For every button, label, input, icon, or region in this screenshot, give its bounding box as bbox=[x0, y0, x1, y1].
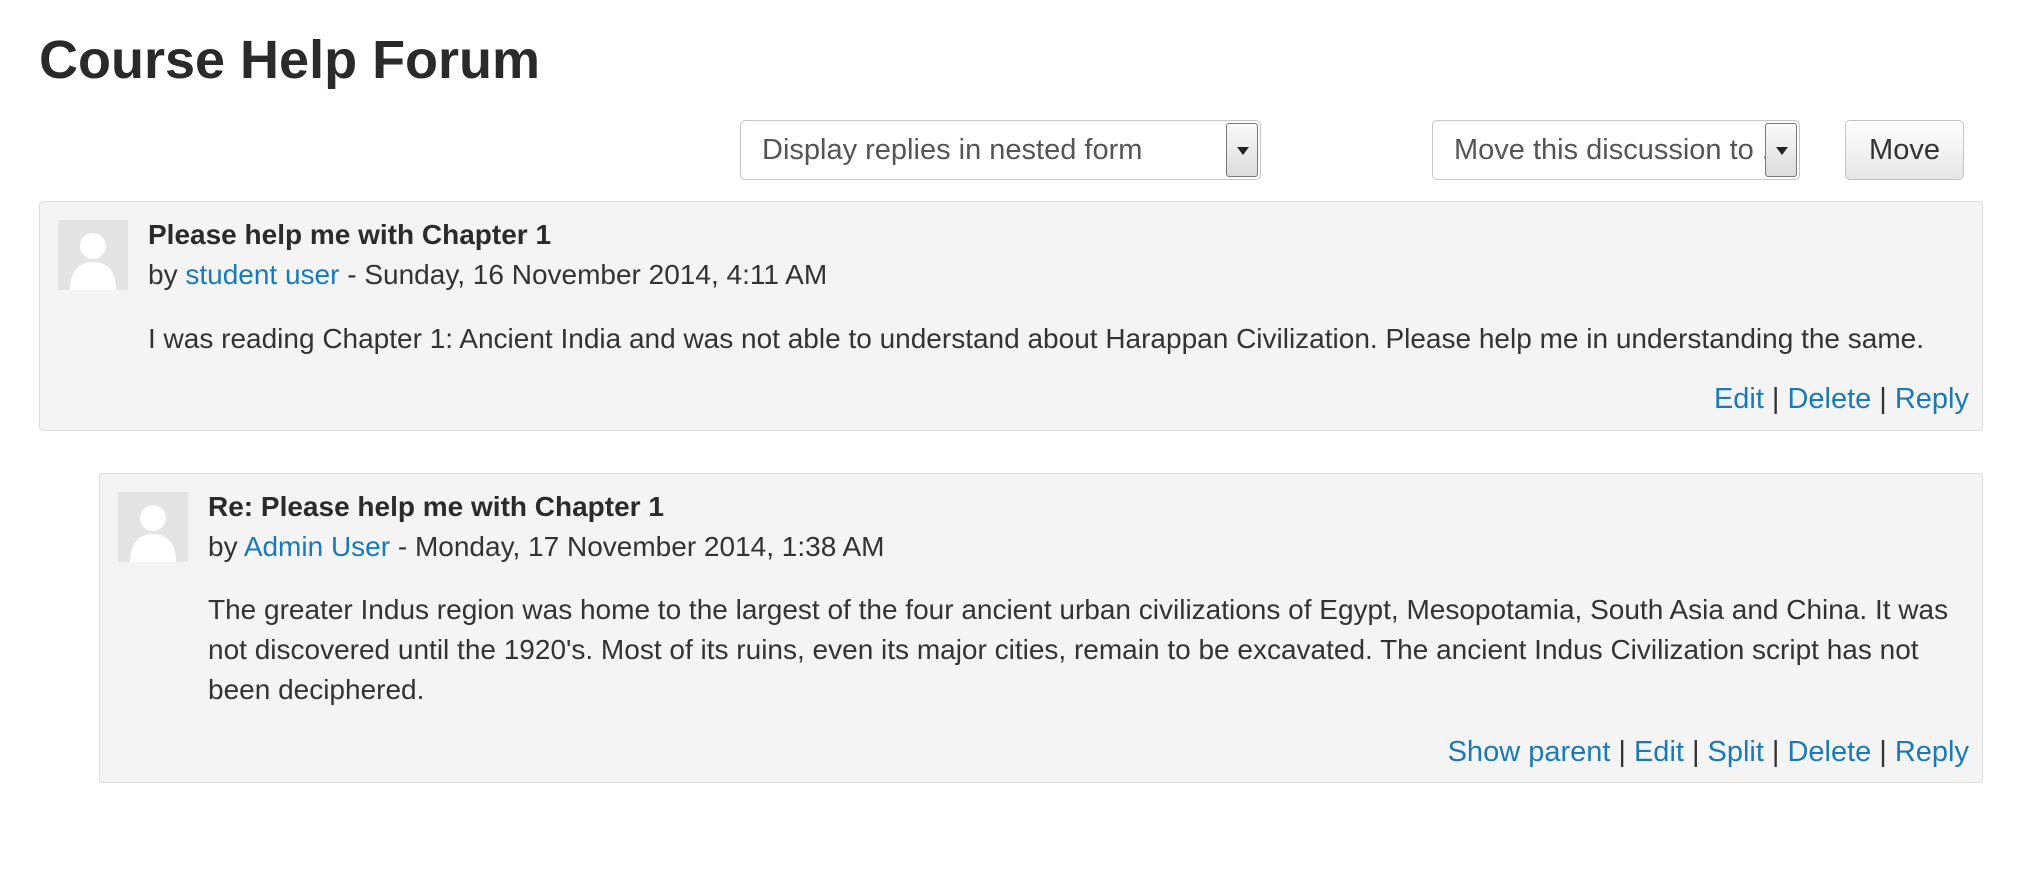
split-link[interactable]: Split bbox=[1708, 736, 1764, 768]
post-commands: Edit | Delete | Reply bbox=[1714, 381, 1969, 417]
move-discussion-selected-value: Move this discussion to ... bbox=[1454, 134, 1787, 166]
post-byline: by Admin User - Monday, 17 November 2014… bbox=[208, 529, 885, 565]
delete-link[interactable]: Delete bbox=[1787, 383, 1871, 415]
forum-page: Course Help Forum Display replies in nes… bbox=[0, 0, 2024, 870]
edit-link[interactable]: Edit bbox=[1634, 736, 1684, 768]
reply-link[interactable]: Reply bbox=[1895, 383, 1969, 415]
separator: | bbox=[1879, 383, 1887, 415]
byline-by: by bbox=[148, 259, 178, 290]
author-link[interactable]: Admin User bbox=[244, 531, 390, 562]
user-avatar-placeholder-icon[interactable] bbox=[118, 492, 188, 562]
chevron-down-icon[interactable] bbox=[1765, 123, 1797, 177]
author-link[interactable]: student user bbox=[185, 259, 339, 290]
post-body: The greater Indus region was home to the… bbox=[208, 594, 1949, 705]
show-parent-link[interactable]: Show parent bbox=[1448, 736, 1611, 768]
separator: | bbox=[1691, 736, 1700, 768]
reply-link[interactable]: Reply bbox=[1895, 736, 1969, 768]
page-title: Course Help Forum bbox=[39, 30, 541, 90]
post-date: - Sunday, 16 November 2014, 4:11 AM bbox=[347, 259, 828, 290]
post-subject: Re: Please help me with Chapter 1 bbox=[208, 491, 664, 522]
display-mode-selected-value: Display replies in nested form bbox=[762, 134, 1143, 166]
chevron-down-icon[interactable] bbox=[1226, 123, 1258, 177]
move-button[interactable]: Move bbox=[1845, 120, 1964, 180]
post-subject: Please help me with Chapter 1 bbox=[148, 219, 552, 250]
post-body: I was reading Chapter 1: Ancient India a… bbox=[148, 323, 1925, 354]
separator: | bbox=[1771, 736, 1780, 768]
post-commands: Show parent | Edit | Split | Delete | Reply bbox=[1448, 734, 1969, 770]
forum-post: Please help me with Chapter 1 by student… bbox=[39, 201, 1983, 431]
separator: | bbox=[1771, 383, 1780, 415]
user-avatar-placeholder-icon[interactable] bbox=[58, 220, 128, 290]
display-mode-select[interactable]: Display replies in nested form bbox=[740, 120, 1261, 180]
separator: | bbox=[1879, 736, 1887, 768]
post-byline: by student user - Sunday, 16 November 20… bbox=[148, 257, 827, 293]
forum-reply-post: Re: Please help me with Chapter 1 by Adm… bbox=[99, 473, 1983, 783]
move-discussion-select[interactable]: Move this discussion to ... bbox=[1432, 120, 1800, 180]
edit-link[interactable]: Edit bbox=[1714, 383, 1764, 415]
post-date: - Monday, 17 November 2014, 1:38 AM bbox=[397, 531, 885, 562]
delete-link[interactable]: Delete bbox=[1787, 736, 1871, 768]
separator: | bbox=[1618, 736, 1626, 768]
byline-by: by bbox=[208, 531, 238, 562]
